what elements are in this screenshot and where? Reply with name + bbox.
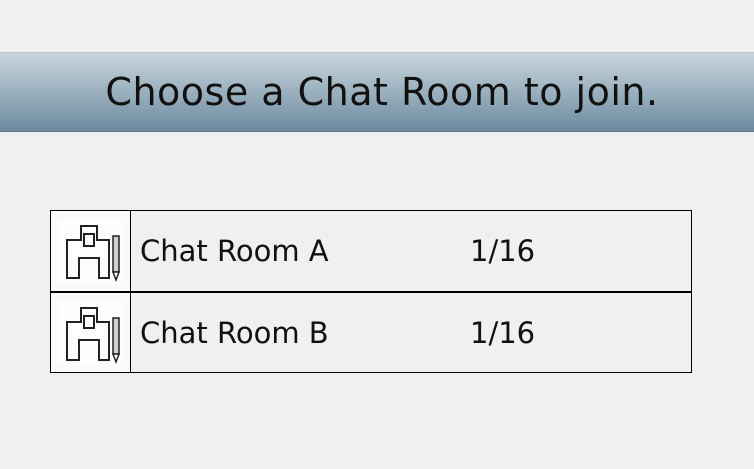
chat-room-name: Chat Room A (140, 234, 329, 268)
chat-room-name: Chat Room B (140, 315, 329, 350)
header-banner: Choose a Chat Room to join. (0, 52, 754, 132)
chat-room-a-row[interactable]: Chat Room A 1/16 (50, 210, 692, 292)
chat-room-b-row[interactable]: Chat Room B 1/16 (50, 291, 692, 373)
chat-room-occupancy: 1/16 (470, 315, 536, 350)
chat-room-icon (51, 293, 131, 372)
chat-room-list: Chat Room A 1/16 Chat Room B 1/16 (50, 210, 692, 373)
chat-room-icon (51, 211, 131, 291)
page-title: Choose a Chat Room to join. (105, 70, 659, 114)
chat-room-occupancy: 1/16 (470, 234, 536, 268)
